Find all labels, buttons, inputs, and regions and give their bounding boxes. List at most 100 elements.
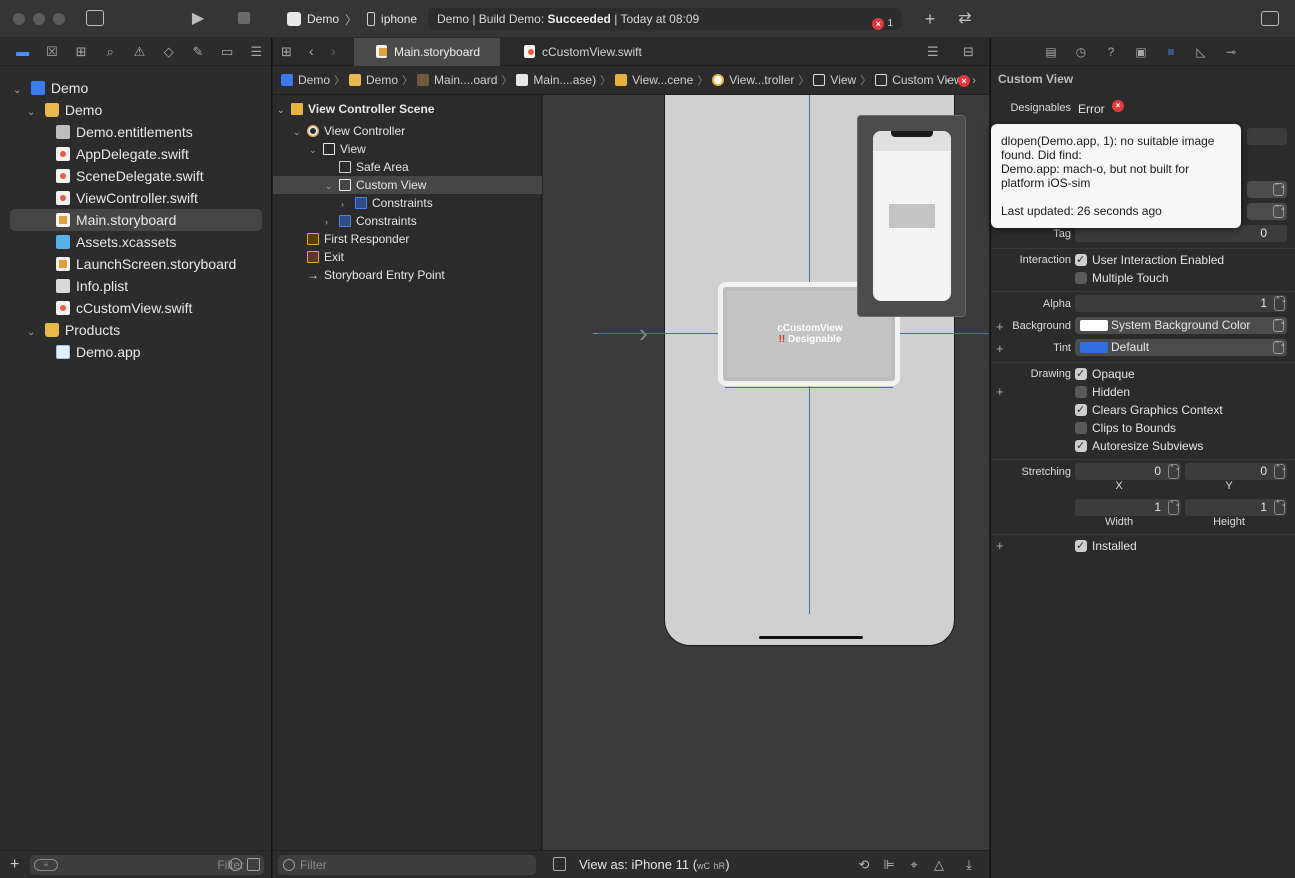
swap-icon[interactable]: ⇄ (955, 10, 975, 28)
autoresize-checkbox[interactable]: Autoresize Subviews (1075, 437, 1203, 455)
scheme-selector[interactable]: Demo 〉 iphone (287, 10, 417, 28)
chevron-down-icon[interactable]: ⌄ (325, 177, 339, 195)
chevron-down-icon[interactable]: ⌄ (293, 123, 307, 141)
align-icon[interactable]: ⊫ (881, 857, 897, 873)
minimize-window-button[interactable] (33, 13, 45, 25)
opaque-checkbox[interactable]: Opaque (1075, 365, 1135, 383)
identity-inspector-icon[interactable]: ▣ (1131, 45, 1151, 59)
size-inspector-icon[interactable]: ◺ (1191, 45, 1211, 59)
outline-filter-input[interactable]: Filter (278, 855, 536, 875)
breadcrumb-folder[interactable]: Demo (349, 73, 398, 87)
tree-item-demo-app[interactable]: Demo.app (0, 341, 141, 363)
symbol-navigator-icon[interactable]: ⊞ (66, 44, 95, 60)
tree-item-infoplist[interactable]: Info.plist (0, 275, 128, 297)
tab-main-storyboard[interactable]: Main.storyboard (354, 38, 500, 66)
grid-icon[interactable]: ⊞ (281, 44, 292, 60)
stepper-icon[interactable]: ⌃⌄ (1168, 500, 1181, 515)
user-interaction-checkbox[interactable]: User Interaction Enabled (1075, 251, 1224, 269)
breadcrumb-viewcontroller[interactable]: View...troller (712, 73, 794, 87)
zoom-window-button[interactable] (53, 13, 65, 25)
chevron-right-icon[interactable]: › (325, 213, 339, 231)
connections-inspector-icon[interactable]: ⊸ (1221, 45, 1241, 59)
inspector-toggle-icon[interactable] (1261, 11, 1279, 26)
hidden-checkbox[interactable]: Hidden (1075, 383, 1130, 401)
outline-item-constraints-outer[interactable]: › Constraints (273, 212, 417, 230)
clears-graphics-checkbox[interactable]: Clears Graphics Context (1075, 401, 1223, 419)
chevron-left-icon[interactable]: ‹ (946, 73, 950, 87)
forward-icon[interactable]: › (331, 43, 336, 59)
stretch-y-field[interactable]: 0 ⌃⌄ (1185, 463, 1287, 480)
stretch-height-field[interactable]: 1 ⌃⌄ (1185, 499, 1287, 516)
add-installed-variation-icon[interactable]: + (996, 538, 1004, 553)
file-inspector-icon[interactable]: ▤ (1041, 45, 1061, 59)
view-as-selector[interactable]: View as: iPhone 11 (wC hR) (579, 851, 730, 878)
tree-item-products[interactable]: ⌄ Products (0, 319, 120, 341)
designables-error-icon[interactable]: × (1112, 100, 1124, 112)
issue-navigator-icon[interactable]: ⚠ (125, 44, 154, 60)
error-badge[interactable]: × 1 (872, 13, 893, 35)
tree-item-viewcontroller[interactable]: ViewController.swift (0, 187, 198, 209)
filter-options-icon[interactable]: ≡ (34, 859, 58, 871)
background-color-popup[interactable]: System Background Color ⌃⌄ (1075, 317, 1287, 334)
sidebar-toggle-icon[interactable] (86, 10, 104, 26)
tree-item-customview[interactable]: cCustomView.swift (0, 297, 192, 319)
tree-item-main-storyboard[interactable]: Main.storyboard (10, 209, 262, 231)
breadcrumb-storyboard-base[interactable]: Main....ase) (516, 73, 596, 87)
add-file-icon[interactable]: + (10, 856, 19, 874)
outline-toggle-icon[interactable] (553, 857, 566, 871)
project-navigator-icon[interactable]: ▬ (8, 44, 37, 59)
back-icon[interactable]: ‹ (309, 43, 314, 59)
add-hidden-variation-icon[interactable]: + (996, 384, 1004, 399)
storyboard-canvas[interactable]: › cCustomView !! Designable (543, 95, 989, 850)
stepper-icon[interactable]: ⌃⌄ (1274, 296, 1287, 311)
breakpoint-navigator-icon[interactable]: ▭ (213, 44, 242, 60)
close-window-button[interactable] (13, 13, 25, 25)
outline-item-constraints-inner[interactable]: › Constraints (273, 194, 433, 212)
tab-customview-swift[interactable]: cCustomView.swift (502, 38, 662, 66)
split-editor-icon[interactable]: ⊟ (963, 44, 974, 60)
alpha-field[interactable]: 1 ⌃⌄ (1075, 295, 1287, 312)
navigator-filter-input[interactable]: ≡ Filter (30, 855, 264, 875)
outline-item-entry-point[interactable]: → Storyboard Entry Point (273, 266, 445, 284)
breadcrumb-view[interactable]: View (813, 73, 856, 87)
add-constraints-icon[interactable]: ⌖ (906, 857, 922, 873)
recent-files-icon[interactable] (229, 858, 242, 871)
chevron-down-icon[interactable]: ⌄ (277, 101, 291, 119)
outline-item-exit[interactable]: Exit (273, 248, 344, 266)
tree-item-appdelegate[interactable]: AppDelegate.swift (0, 143, 189, 165)
tree-item-launchscreen[interactable]: LaunchScreen.storyboard (0, 253, 236, 275)
debug-navigator-icon[interactable]: ✎ (183, 44, 212, 60)
history-inspector-icon[interactable]: ◷ (1071, 45, 1091, 59)
stepper-icon[interactable]: ⌃⌄ (1274, 464, 1287, 479)
chevron-right-icon[interactable]: › (341, 195, 355, 213)
stretch-width-field[interactable]: 1 ⌃⌄ (1075, 499, 1181, 516)
activity-viewer[interactable]: Demo | Build Demo: Succeeded | Today at … (428, 8, 901, 30)
report-navigator-icon[interactable]: ☰ (242, 44, 271, 60)
find-navigator-icon[interactable]: ⌕ (96, 44, 125, 60)
hidden-popup-1[interactable]: ⌃⌄ (1247, 181, 1287, 198)
outline-item-view-controller[interactable]: ⌄ View Controller (273, 122, 405, 140)
tree-item-scenedelegate[interactable]: SceneDelegate.swift (0, 165, 204, 187)
installed-checkbox[interactable]: Installed (1075, 537, 1137, 555)
outline-item-custom-view[interactable]: ⌄ Custom View (273, 176, 542, 194)
outline-item-first-responder[interactable]: First Responder (273, 230, 409, 248)
tree-item-folder-demo[interactable]: ⌄ Demo (0, 99, 102, 121)
hidden-popup-2[interactable]: ⌃⌄ (1247, 203, 1287, 220)
stop-icon[interactable] (238, 12, 250, 24)
clips-to-bounds-checkbox[interactable]: Clips to Bounds (1075, 419, 1176, 437)
tree-item-project[interactable]: ⌄ Demo (0, 77, 88, 99)
tint-color-popup[interactable]: Default ⌃⌄ (1075, 339, 1287, 356)
outline-item-scene[interactable]: ⌄ View Controller Scene (273, 100, 435, 118)
editor-options-icon[interactable]: ☰ (927, 44, 939, 60)
show-changed-icon[interactable] (247, 858, 260, 871)
multiple-touch-checkbox[interactable]: Multiple Touch (1075, 269, 1169, 287)
attributes-inspector-icon[interactable]: ≡ (1161, 45, 1181, 59)
add-icon[interactable]: + (922, 10, 938, 28)
quick-help-icon[interactable]: ? (1101, 45, 1121, 59)
tree-item-assets[interactable]: Assets.xcassets (0, 231, 176, 253)
stepper-icon[interactable]: ⌃⌄ (1168, 464, 1181, 479)
resolve-issues-icon[interactable]: △ (931, 857, 947, 873)
stretch-x-field[interactable]: 0 ⌃⌄ (1075, 463, 1181, 480)
outline-item-safe-area[interactable]: Safe Area (273, 158, 409, 176)
breadcrumb-storyboard[interactable]: Main....oard (417, 73, 497, 87)
